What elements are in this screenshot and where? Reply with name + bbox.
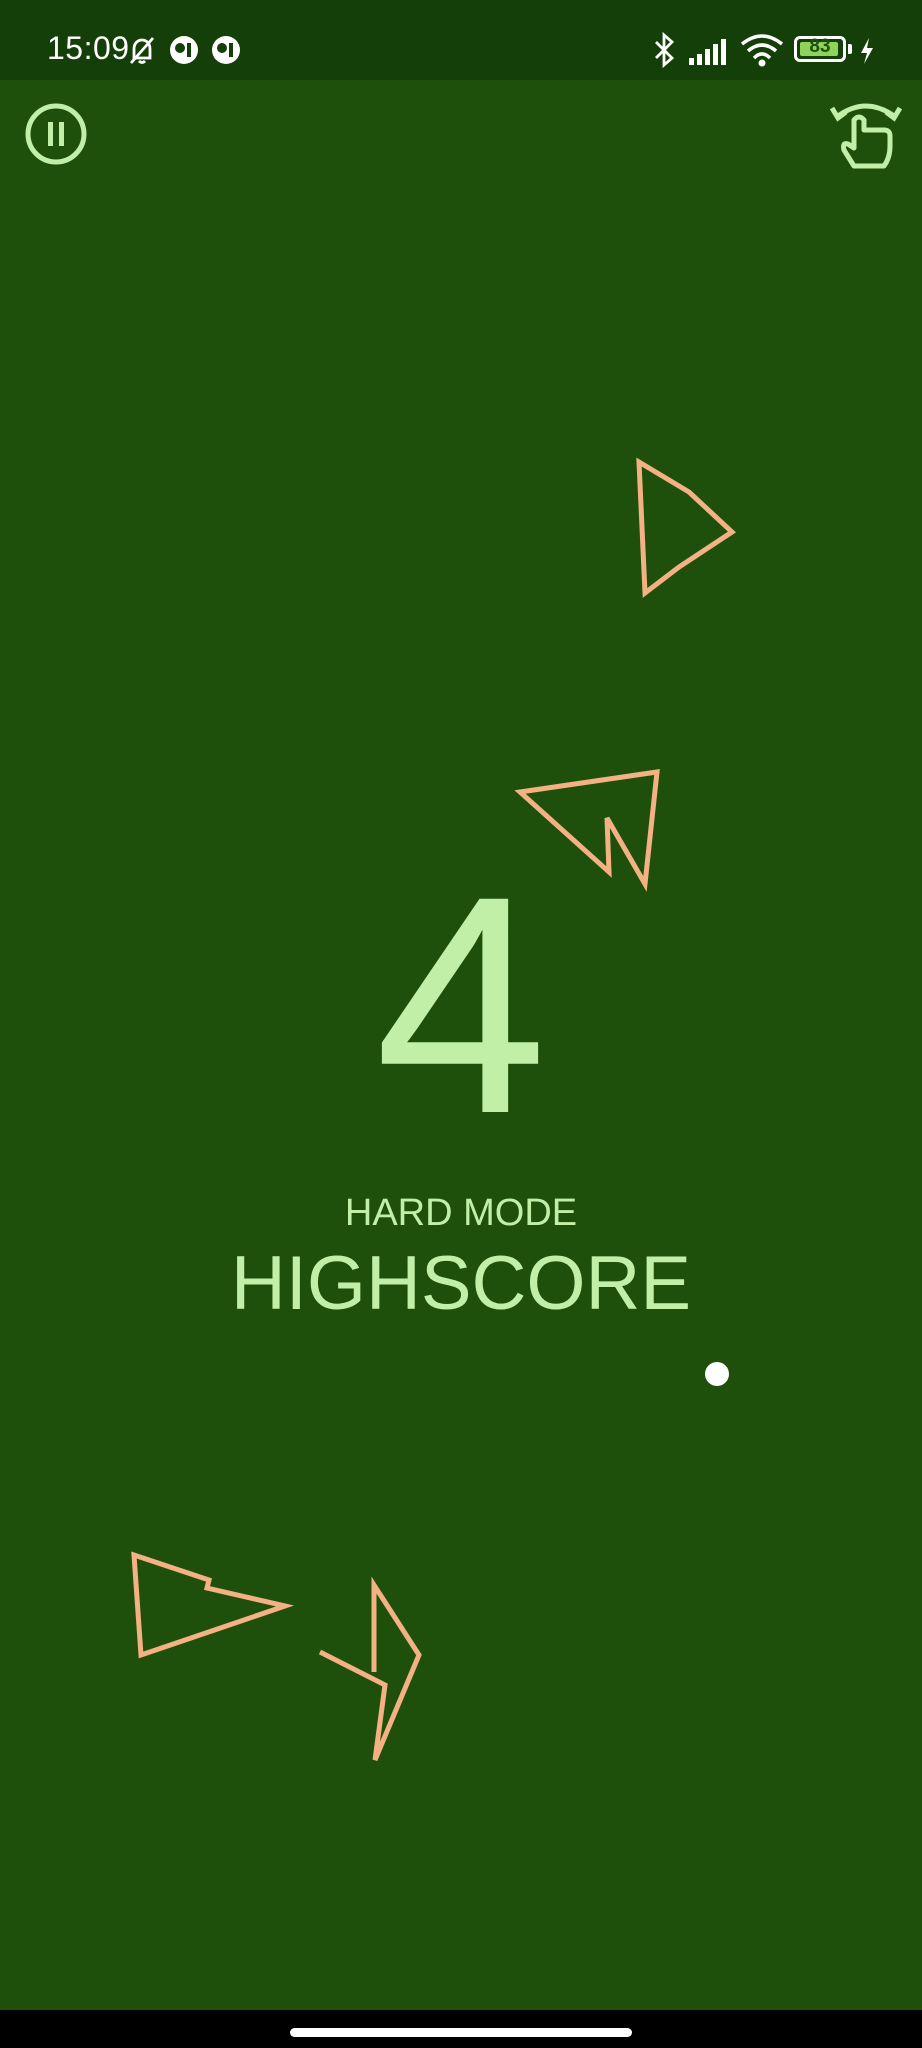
wifi-icon (740, 34, 784, 67)
home-gesture-handle[interactable] (290, 2028, 632, 2037)
charging-icon (861, 38, 873, 64)
app-notification-icon (170, 36, 198, 64)
game-area[interactable]: 4 HARD MODE HIGHSCORE (0, 80, 922, 2010)
tap-rotate-button[interactable] (829, 98, 903, 174)
obstacle-triangle (636, 457, 737, 598)
battery-tip (848, 44, 852, 54)
tap-rotate-icon (829, 103, 903, 169)
obstacle-triangle (131, 1551, 295, 1659)
navigation-bar (0, 2010, 922, 2048)
bluetooth-icon (655, 32, 675, 68)
mode-label: HARD MODE (344, 1192, 578, 1234)
muted-bell-icon (129, 37, 155, 64)
pause-button[interactable] (24, 102, 88, 166)
current-score: 4 (374, 831, 548, 1178)
highscore-label: HIGHSCORE (230, 1241, 692, 1326)
signal-icon (689, 39, 726, 65)
status-time: 15:09 (47, 30, 130, 66)
pause-icon (25, 103, 87, 165)
app-notification-icon (212, 36, 240, 64)
ball (705, 1362, 729, 1386)
status-bar: 15:09 83 (0, 0, 922, 80)
obstacle-triangle (318, 1576, 422, 1761)
battery-level: 83 (809, 36, 831, 57)
battery-icon: 83 (794, 36, 846, 62)
